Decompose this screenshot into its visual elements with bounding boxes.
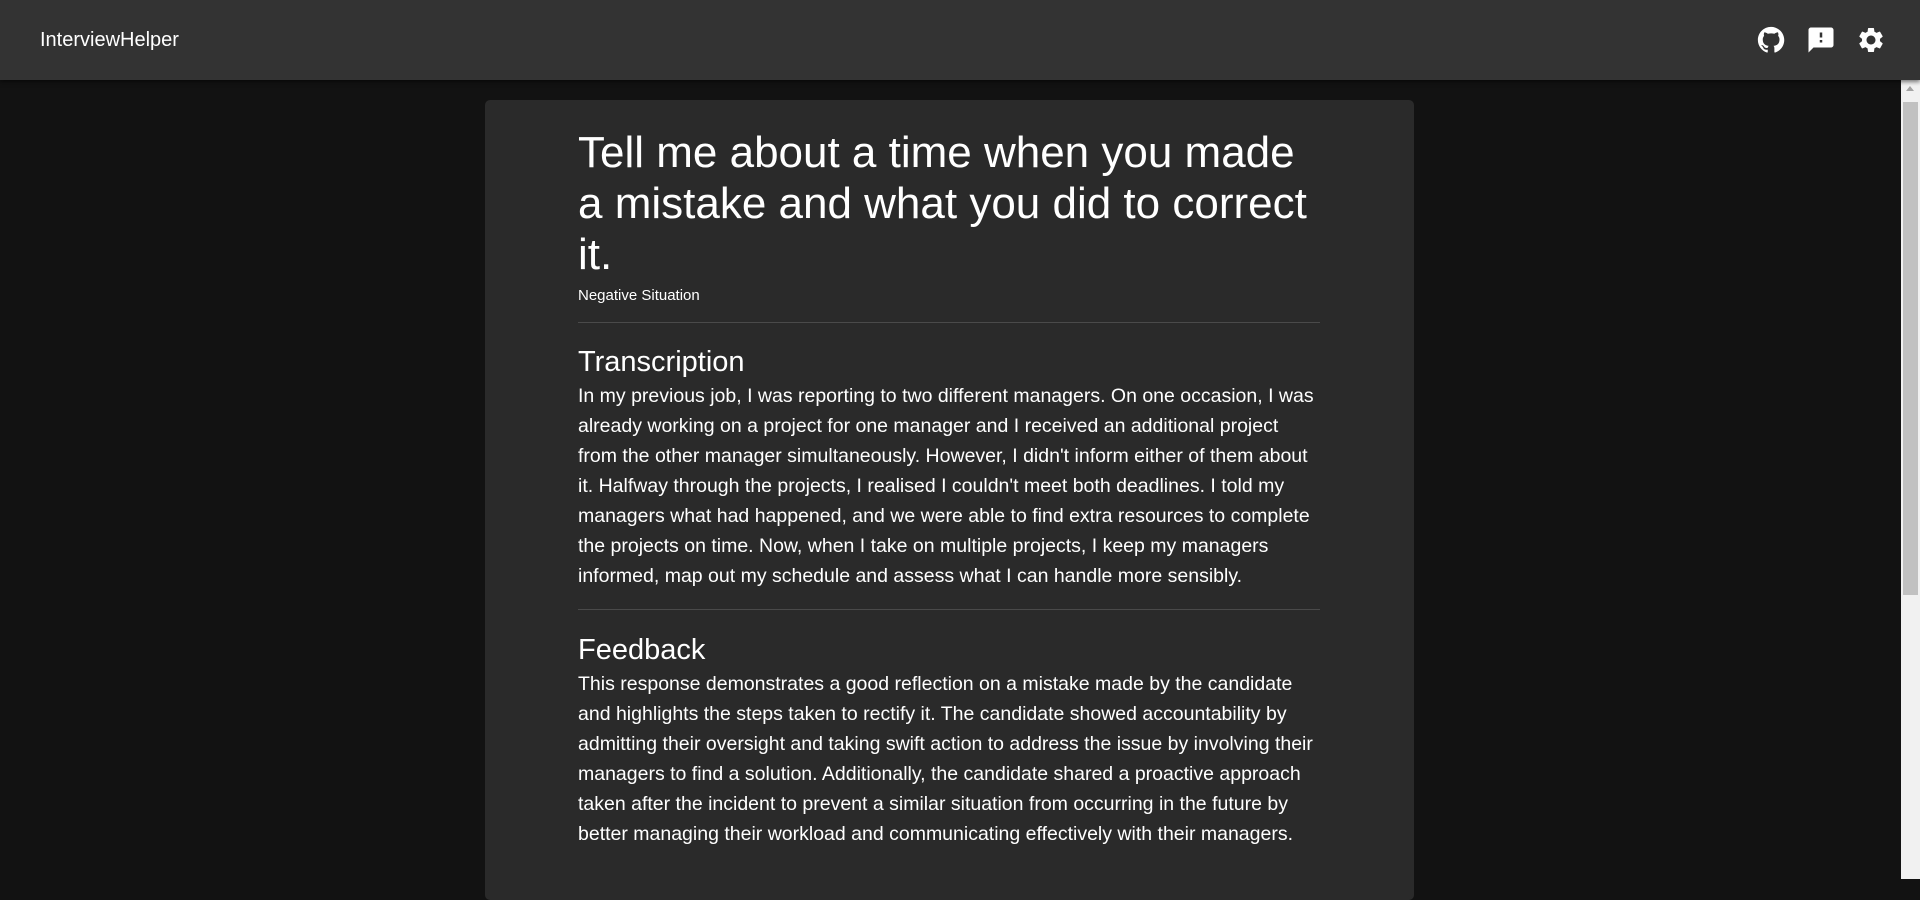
card-content: Tell me about a time when you made a mis… bbox=[578, 100, 1320, 849]
settings-icon bbox=[1859, 27, 1883, 52]
transcription-text: In my previous job, I was reporting to t… bbox=[578, 385, 1314, 587]
feedback-button[interactable] bbox=[1802, 20, 1840, 60]
scrollbar-thumb[interactable] bbox=[1903, 102, 1918, 595]
divider bbox=[578, 609, 1320, 610]
github-button[interactable] bbox=[1752, 20, 1790, 60]
question-card: Tell me about a time when you made a mis… bbox=[485, 100, 1414, 900]
feedback-icon bbox=[1808, 27, 1834, 53]
app-bar: InterviewHelper bbox=[0, 0, 1920, 80]
question-category: Negative Situation bbox=[578, 287, 700, 304]
appbar-actions bbox=[1752, 20, 1890, 60]
settings-button[interactable] bbox=[1852, 20, 1890, 60]
feedback-heading: Feedback bbox=[578, 634, 706, 666]
app-title[interactable]: InterviewHelper bbox=[40, 28, 179, 52]
divider bbox=[578, 322, 1320, 323]
question-title: Tell me about a time when you made a mis… bbox=[578, 128, 1307, 279]
feedback-text: This response demonstrates a good reflec… bbox=[578, 673, 1313, 845]
github-icon bbox=[1757, 26, 1785, 53]
scroll-up-arrow-icon[interactable] bbox=[1906, 86, 1914, 91]
main-content: Tell me about a time when you made a mis… bbox=[0, 80, 1920, 900]
vertical-scrollbar[interactable] bbox=[1901, 80, 1920, 879]
transcription-heading: Transcription bbox=[578, 346, 745, 378]
